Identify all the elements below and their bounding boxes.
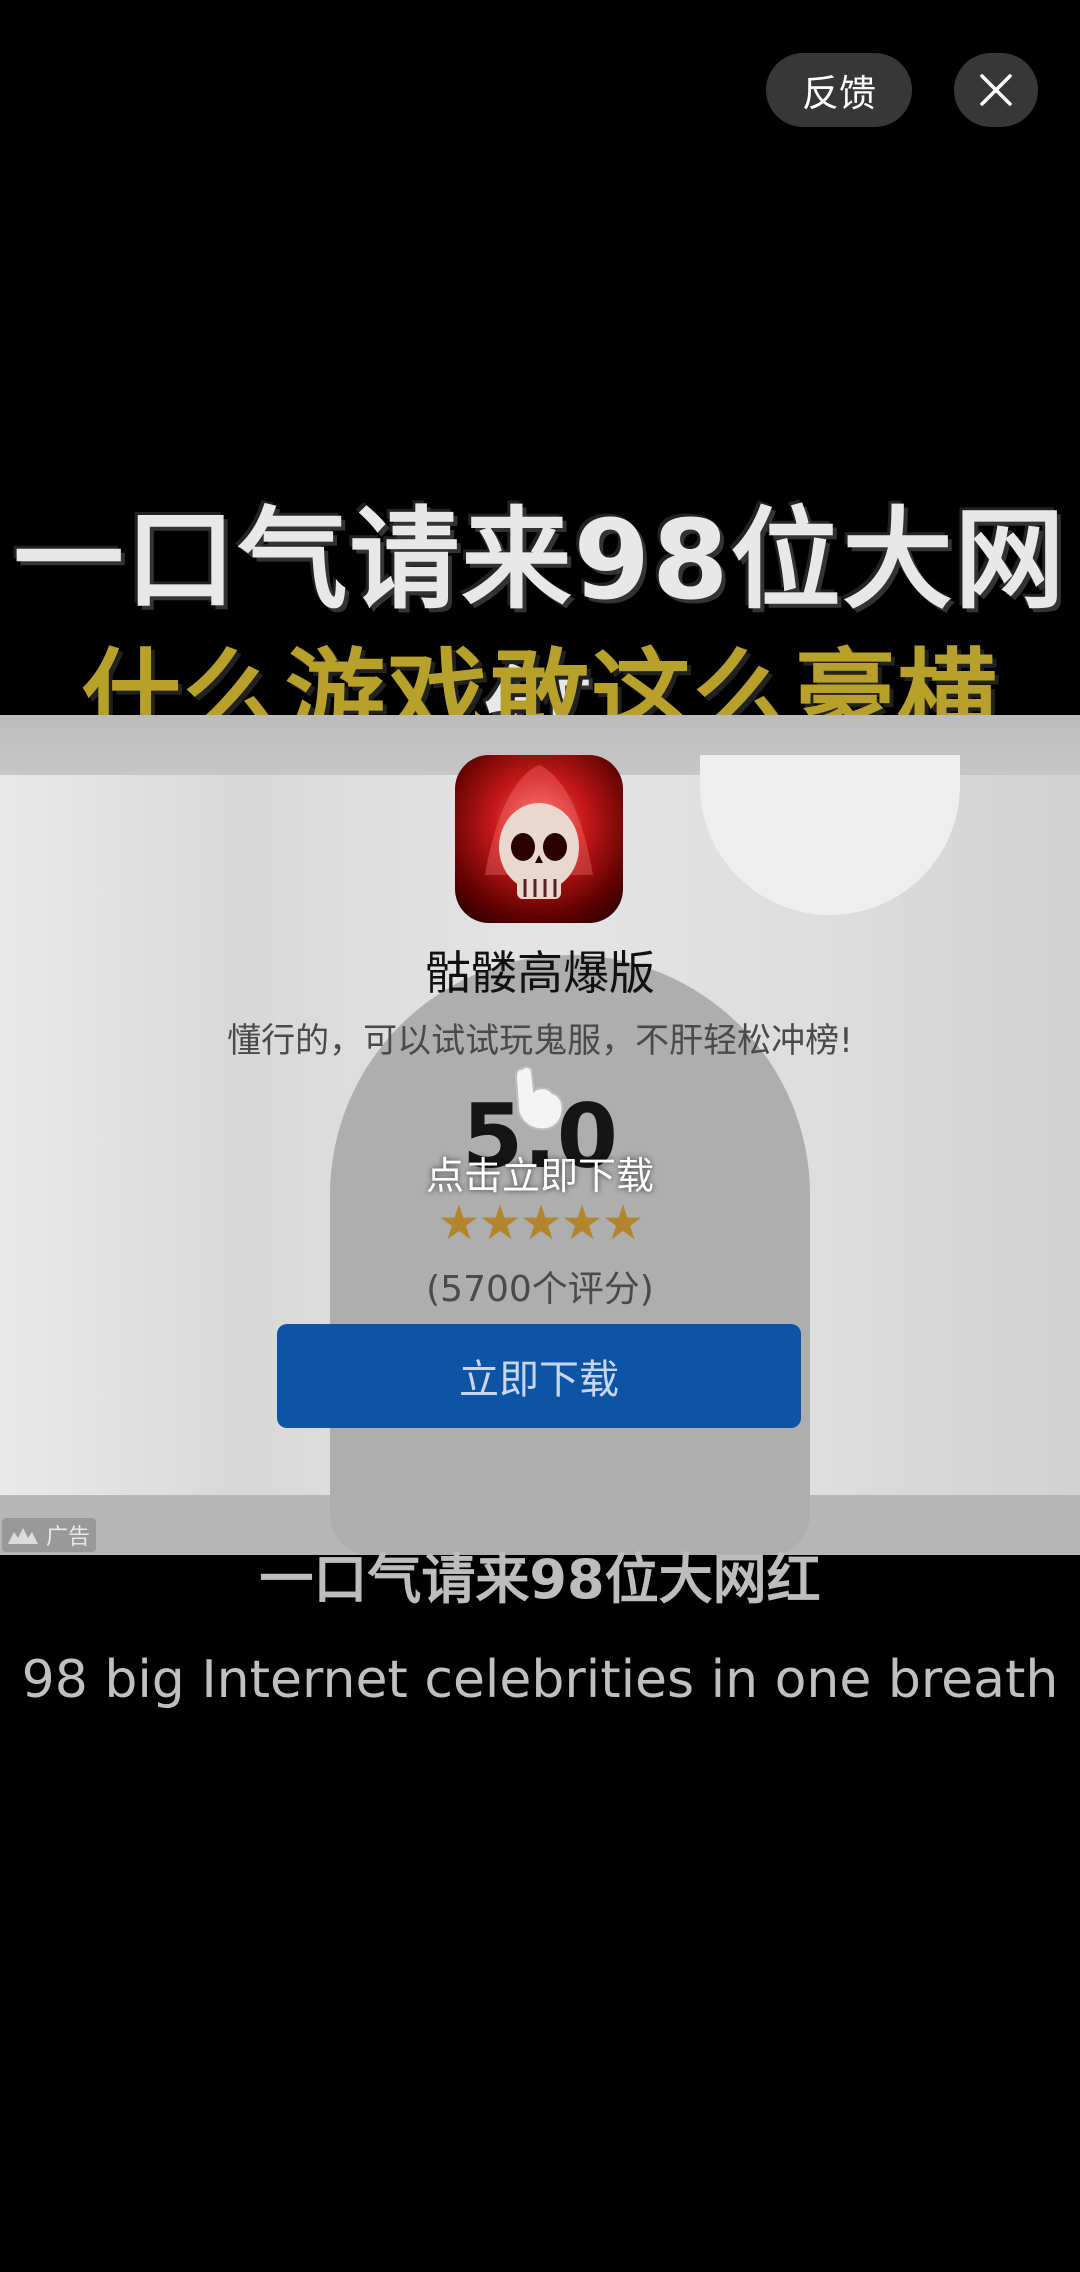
app-description: 懂行的，可以试试玩鬼服，不肝轻松冲榜!: [227, 1021, 853, 1061]
close-button[interactable]: [954, 53, 1038, 127]
skull-app-icon[interactable]: [455, 755, 623, 923]
subtitle-english: 98 big Internet celebrities in one breat…: [21, 1650, 1059, 1710]
app-name: 骷髅高爆版: [425, 946, 655, 1000]
download-hint: 点击立即下载: [425, 1154, 654, 1198]
review-count: (5700个评分): [426, 1269, 654, 1310]
feedback-button[interactable]: 反馈: [766, 53, 912, 127]
download-button[interactable]: 立即下载: [277, 1324, 801, 1428]
subtitle-chinese: 一口气请来98位大网红: [259, 1548, 821, 1611]
ad-card[interactable]: 骷髅高爆版 懂行的，可以试试玩鬼服，不肝轻松冲榜! 5.0 点击立即下载 ★★★…: [0, 715, 1080, 1555]
top-bar: 反馈: [0, 0, 1080, 140]
star-rating: ★★★★★: [437, 1195, 644, 1251]
close-icon: [980, 74, 1012, 106]
hand-pointer-icon: [514, 1065, 564, 1131]
